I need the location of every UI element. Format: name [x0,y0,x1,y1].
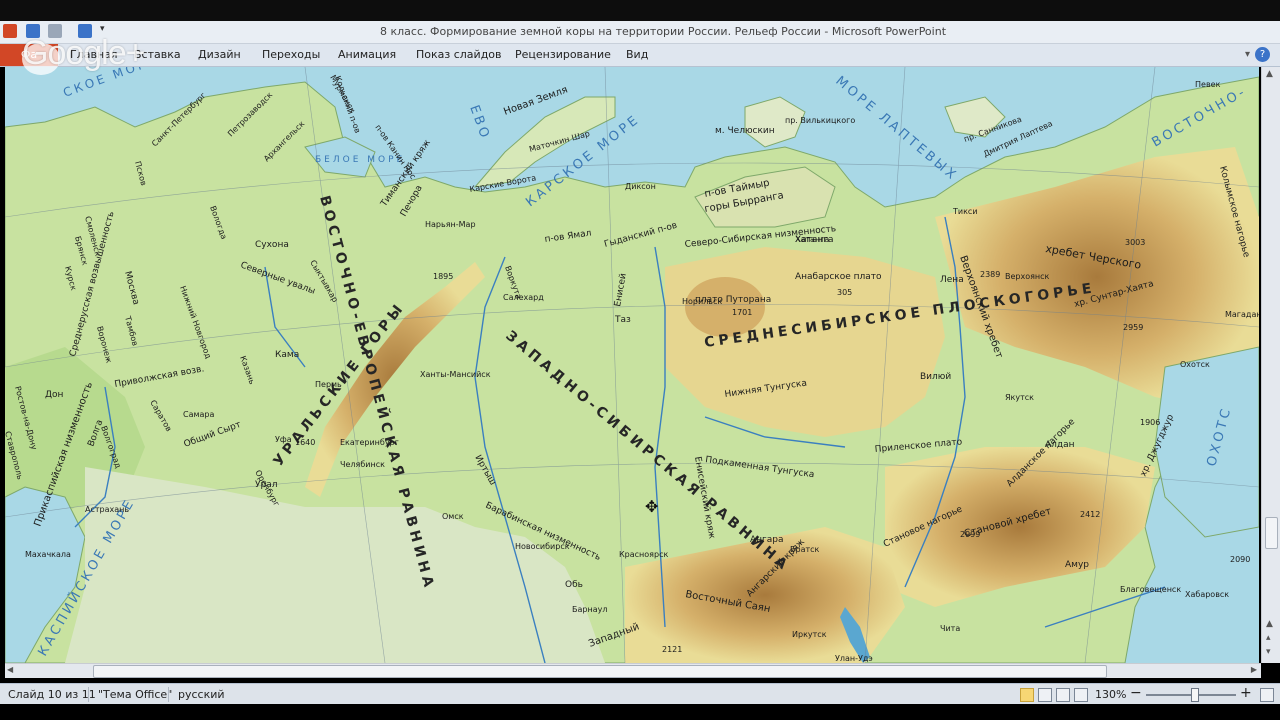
city-label: Охотск [1180,360,1210,369]
city-label: Челябинск [340,460,385,469]
language-indicator[interactable]: русский [178,688,225,701]
powerpoint-app-icon[interactable] [3,24,17,38]
city-label: Якутск [1005,393,1034,402]
status-separator [88,687,89,702]
white-sea-label: БЕЛОЕ МОРЕ [315,155,405,165]
tab-review[interactable]: Рецензирование [515,48,611,61]
horizontal-scroll-thumb[interactable] [93,665,1107,678]
kama-label: Кама [275,350,299,360]
normal-view-icon[interactable] [1020,688,1034,702]
city-label: Певек [1195,80,1221,89]
zoom-out-icon[interactable]: − [1130,685,1142,701]
sukhona-label: Сухона [255,240,289,250]
city-label: Махачкала [25,550,71,559]
height-label: 2959 [1123,323,1143,332]
lena-label: Лена [940,275,964,285]
aldan-river-label: Алдан [1045,440,1075,450]
city-label: Чита [940,624,960,633]
slide-map-russia-relief: КАРСКОЕ МОРЕ МОРЕ ЛАПТЕВЫХ ВОСТОЧНО- ОХО… [5,67,1259,663]
tab-animations[interactable]: Анимация [338,48,396,61]
slide-counter: Слайд 10 из 11 [8,688,96,701]
top-black-bar [0,0,1280,21]
taz-label: Таз [614,315,631,325]
tab-transitions[interactable]: Переходы [262,48,320,61]
horizontal-scrollbar[interactable]: ◀ ▶ [5,663,1261,678]
height-label: 2412 [1080,510,1100,519]
status-separator [168,687,169,702]
city-label: Хабаровск [1185,590,1229,599]
tab-view[interactable]: Вид [626,48,648,61]
height-label: 1640 [295,438,315,447]
height-label: 2090 [1230,555,1250,564]
height-label: 1906 [1140,418,1160,427]
vilkitsky-strait-label: пр. Вилькицкого [785,116,855,125]
city-label: Норильск [682,297,722,306]
scroll-left-icon[interactable]: ◀ [7,665,13,674]
city-label: Братск [790,545,820,554]
slideshow-view-icon[interactable] [1074,688,1088,702]
chelyuskin-label: м. Челюскин [715,126,775,136]
fit-slide-icon[interactable] [1260,688,1274,702]
city-label: Самара [183,410,215,419]
city-label: Магадан [1225,310,1259,319]
help-icon[interactable]: ? [1255,47,1270,62]
city-label: Благовещенск [1120,585,1181,594]
vertical-scroll-thumb[interactable] [1265,517,1278,549]
city-label: Екатеринбург [340,438,399,447]
scroll-up-icon[interactable]: ▲ [1266,69,1273,79]
vertical-scrollbar[interactable]: ▲ ▲ ▴ ▾ [1261,67,1280,663]
status-bar: Слайд 10 из 11 "Тема Office" русский 130… [0,683,1280,705]
city-label: Красноярск [619,550,668,559]
vilyuy-label: Вилюй [920,372,951,382]
city-label: Омск [442,512,464,521]
height-label: 1701 [732,308,752,317]
tab-slideshow[interactable]: Показ слайдов [416,48,502,61]
scroll-right-icon[interactable]: ▶ [1251,665,1257,674]
ob-label: Обь [565,580,583,590]
theme-name[interactable]: "Тема Office" [98,688,172,701]
prev-slide-icon[interactable]: ▴ [1266,633,1271,643]
next-slide-icon[interactable]: ▾ [1266,647,1271,657]
city-label: Улан-Удэ [835,654,873,663]
anabar-label: Анабарское плато [795,272,882,282]
reading-view-icon[interactable] [1056,688,1070,702]
zoom-in-icon[interactable]: + [1240,685,1252,701]
city-label: Верхоянск [1005,272,1050,281]
city-label: Астрахань [85,505,129,514]
city-label: Новосибирск [515,542,570,551]
google-plus-logo: Google+ [22,34,145,72]
city-label: Ханты-Мансийск [420,370,491,379]
city-label: Нарьян-Мар [425,220,476,229]
ribbon-tabs: Фа Главная Вставка Дизайн Переходы Анима… [0,44,1280,67]
city-label: Пермь [315,380,342,389]
window-title: 8 класс. Формирование земной коры на тер… [380,25,947,38]
height-label: 1895 [433,272,453,281]
height-label: 2121 [662,645,682,654]
don-label: Дон [45,390,64,400]
amur-label: Амур [1065,560,1089,570]
slide-sorter-icon[interactable] [1038,688,1052,702]
height-label: 2389 [980,270,1000,279]
city-label: Хатанга [795,235,829,244]
collapse-ribbon-icon[interactable]: ▾ [1245,49,1250,60]
title-bar: ▾ 8 класс. Формирование земной коры на т… [0,21,1280,44]
city-label: Салехард [503,293,544,302]
city-label: Уфа [275,435,292,444]
city-label: Тикси [952,207,978,216]
height-label: 2999 [960,530,980,539]
scroll-up-icon[interactable]: ▲ [1266,619,1273,629]
city-label: Барнаул [572,605,607,614]
city-label: Диксон [625,182,656,191]
city-label: Иркутск [792,630,827,639]
angara-label: Ангара [750,535,784,545]
height-label: 305 [837,288,852,297]
zoom-slider-thumb[interactable] [1191,688,1199,702]
height-label: 3003 [1125,238,1145,247]
zoom-level[interactable]: 130% [1095,688,1126,701]
bottom-black-bar [0,704,1280,720]
tab-design[interactable]: Дизайн [198,48,241,61]
move-cursor-icon: ✥ [645,497,658,516]
